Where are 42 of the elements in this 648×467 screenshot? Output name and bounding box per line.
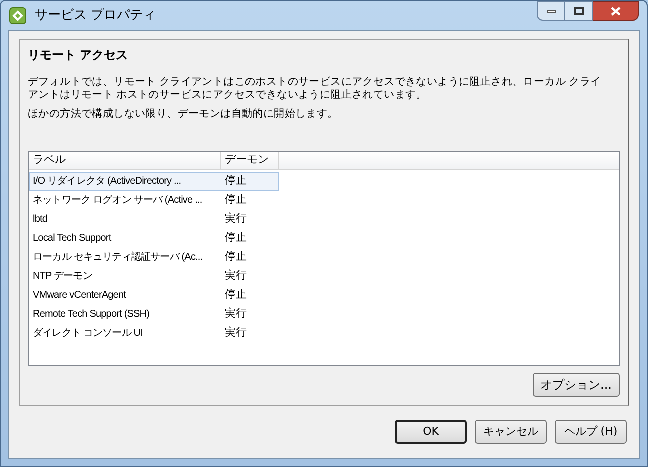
table-cell-text: 実行 [224, 325, 248, 342]
section-title: リモート アクセス [28, 47, 130, 64]
table-cell-text: 実行 [224, 306, 248, 322]
table-cell-text: 停止 [224, 173, 248, 190]
service-row[interactable]: ネットワーク ログオン サーバ (Active ... 停止 [29, 191, 279, 210]
table-cell-text: ネットワーク ログオン サーバ (Active ... [32, 194, 204, 208]
service-row[interactable]: I/O リダイレクタ (ActiveDirectory ... 停止 [29, 172, 279, 191]
service-row[interactable]: VMware vCenterAgent 停止 [29, 286, 279, 305]
service-row[interactable]: ダイレクト コンソール UI 実行 [29, 324, 279, 343]
dialog-button[interactable]: ヘルプ (H) [555, 420, 627, 444]
column-header[interactable]: ラベル [29, 152, 221, 169]
service-row[interactable]: ローカル セキュリティ認証サーバ (Ac... 停止 [29, 248, 279, 267]
minimize-button[interactable] [537, 1, 565, 21]
table-cell-text: Remote Tech Support (SSH) [32, 308, 151, 322]
close-icon [610, 6, 620, 16]
description-text: デフォルトでは、リモート クライアントはこのホストのサービスにアクセスできないように阻止され、ローカル クライアントはリモート ホストのサービスにアクセスできないように阻止されています。 [28, 76, 602, 102]
table-cell-text: NTP デーモン [32, 270, 94, 284]
maximize-button[interactable] [565, 1, 593, 21]
table-cell-text: Local Tech Support [32, 232, 113, 246]
dialog-button[interactable]: キャンセル [475, 420, 547, 444]
table-cell-text: 実行 [224, 211, 248, 228]
app-icon [9, 6, 27, 24]
close-button[interactable] [593, 1, 639, 21]
table-cell-text: 停止 [224, 249, 248, 266]
table-cell-text: I/O リダイレクタ (ActiveDirectory ... [32, 175, 182, 189]
table-cell-text: ローカル セキュリティ認証サーバ (Ac... [32, 250, 204, 265]
service-row[interactable]: lbtd 実行 [29, 210, 279, 229]
table-cell-text: 停止 [224, 230, 248, 246]
table-cell-text: 停止 [224, 192, 248, 208]
table-cell-text: 実行 [224, 268, 248, 284]
description-text: ほかの方法で構成しない限り、デーモンは自動的に開始します。 [28, 108, 340, 121]
table-cell-text: VMware vCenterAgent [32, 289, 128, 303]
service-row[interactable]: Local Tech Support 停止 [29, 229, 279, 248]
table-cell-text: 停止 [224, 287, 248, 304]
column-header[interactable]: デーモン [221, 152, 279, 169]
service-row[interactable]: Remote Tech Support (SSH) 実行 [29, 305, 279, 324]
window-title: サービス プロパティ [35, 6, 156, 25]
service-row[interactable]: NTP デーモン 実行 [29, 267, 279, 286]
dialog-button[interactable]: OK [395, 420, 467, 444]
table-cell-text: ダイレクト コンソール UI [32, 327, 144, 341]
options-button[interactable]: オプション... [532, 373, 620, 397]
table-cell-text: lbtd [32, 213, 49, 227]
